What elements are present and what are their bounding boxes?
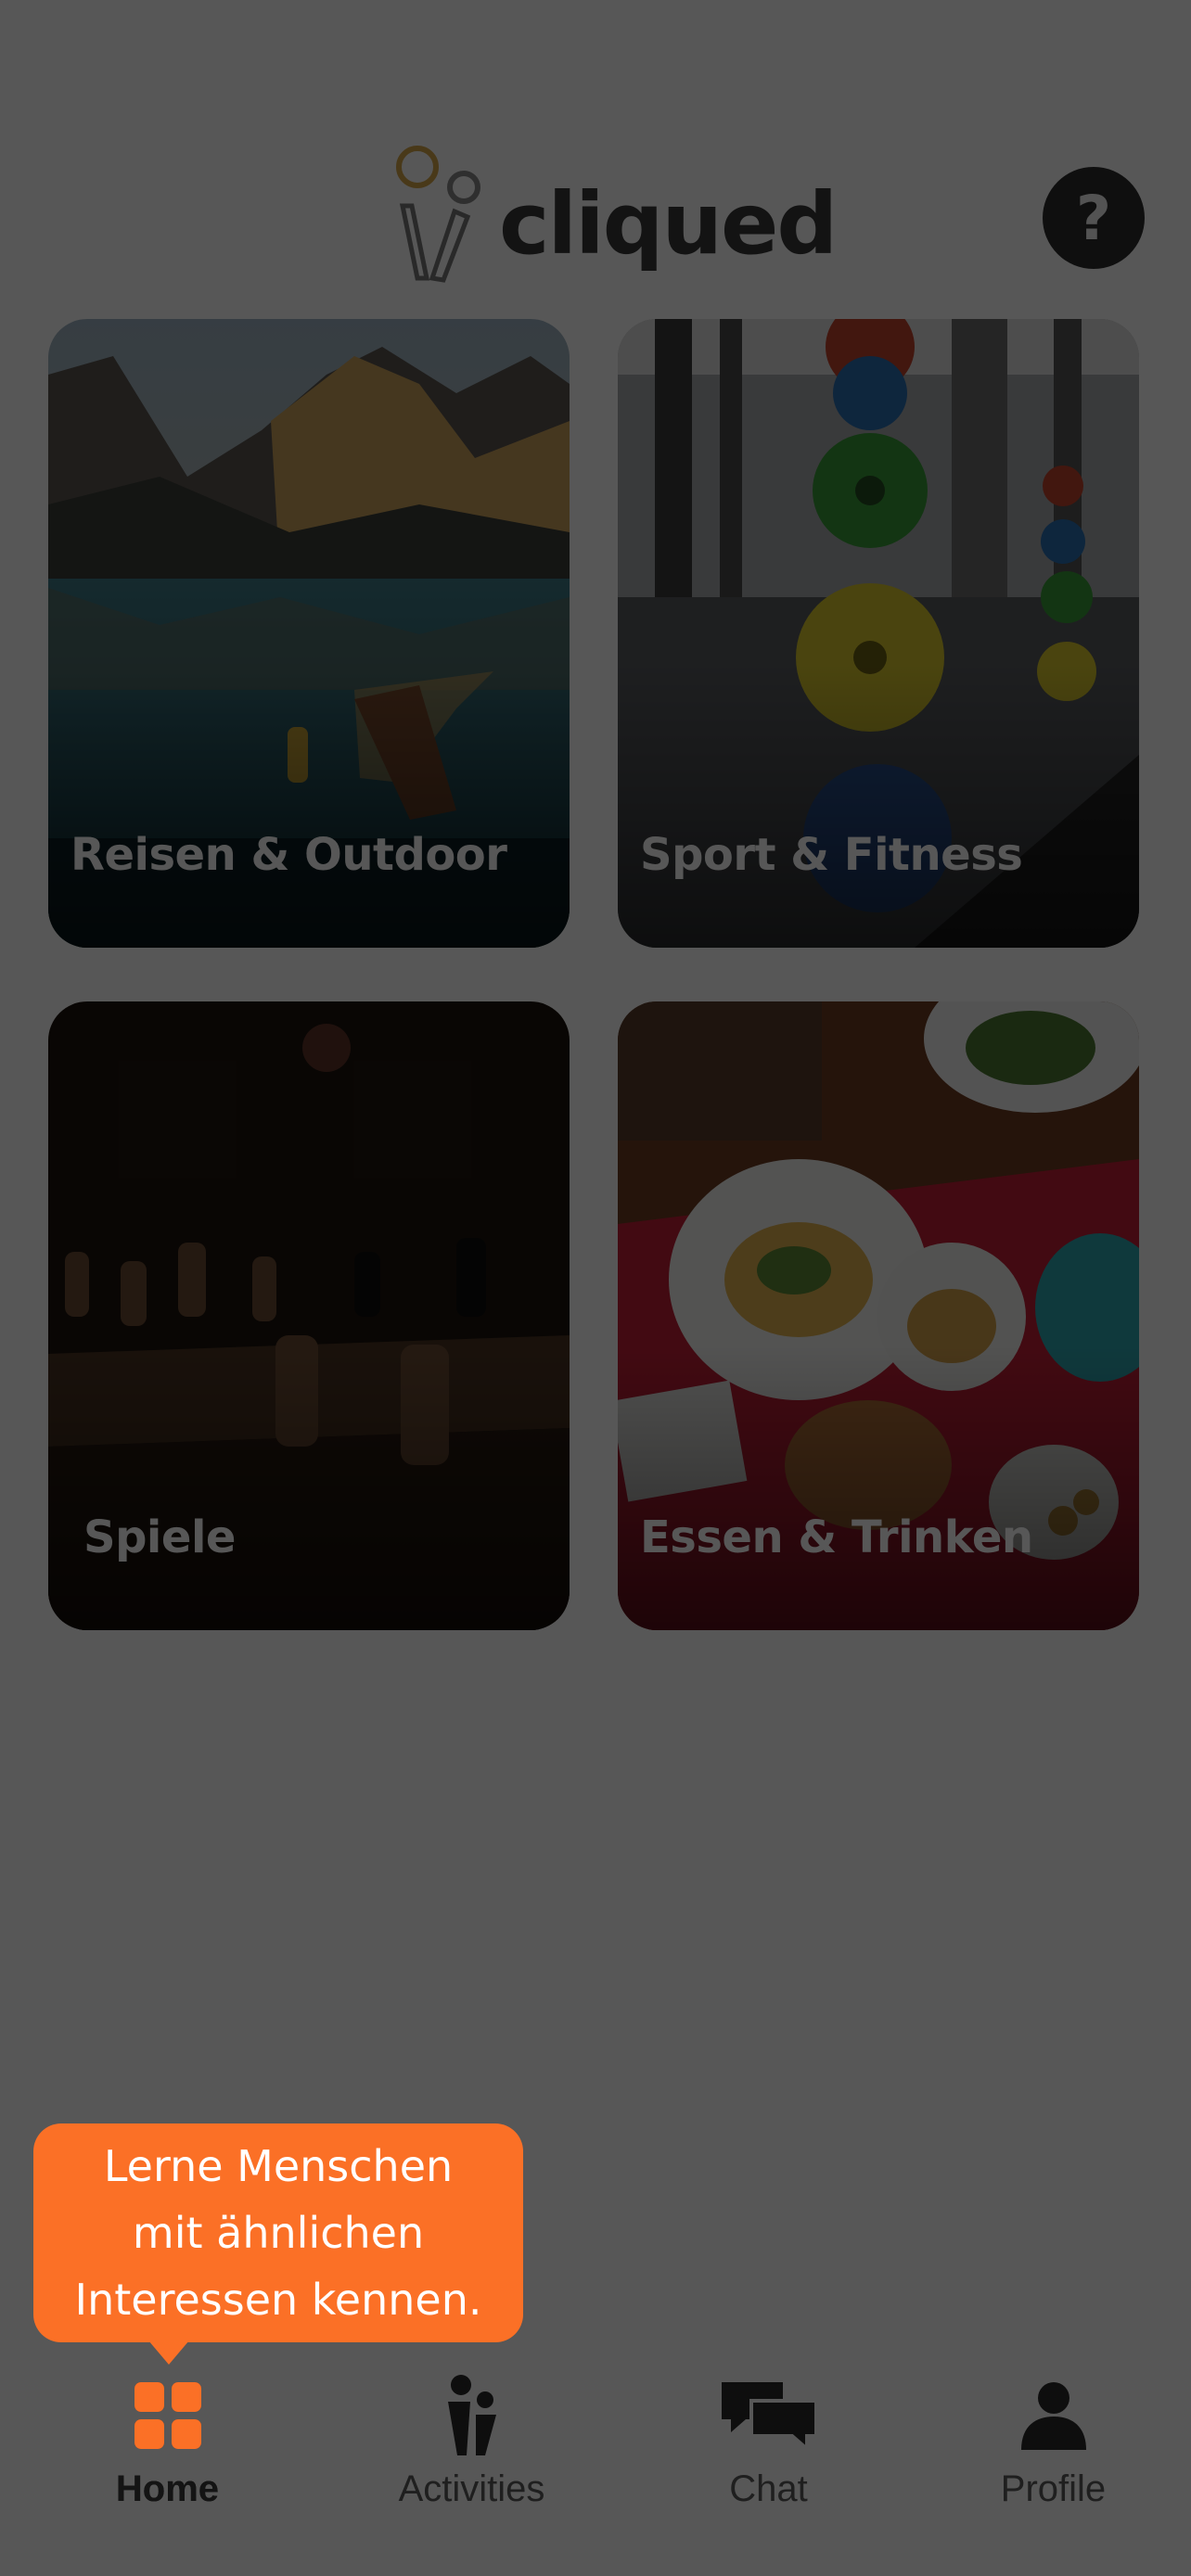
- card-gradient: [48, 664, 570, 948]
- brand-name: cliqued: [499, 174, 838, 274]
- app-logo: cliqued: [390, 139, 838, 287]
- category-card-travel-outdoor[interactable]: Reisen & Outdoor: [48, 319, 570, 948]
- category-card-games[interactable]: Spiele: [48, 1001, 570, 1630]
- tab-activities[interactable]: Activities: [323, 2316, 621, 2576]
- onboarding-tooltip: Lerne Menschen mit ähnlichen Interessen …: [33, 2123, 523, 2342]
- tab-label: Profile: [1000, 2468, 1107, 2509]
- category-card-sport-fitness[interactable]: Sport & Fitness: [618, 319, 1139, 948]
- card-gradient: [618, 1346, 1139, 1630]
- category-label: Essen & Trinken: [640, 1511, 1033, 1563]
- category-card-food-drink[interactable]: Essen & Trinken: [618, 1001, 1139, 1630]
- person-icon: [1003, 2374, 1105, 2457]
- tooltip-text: Lerne Menschen mit ähnlichen Interessen …: [60, 2133, 497, 2333]
- tab-label: Activities: [398, 2468, 545, 2509]
- help-button[interactable]: ?: [1043, 167, 1145, 269]
- question-mark-icon: ?: [1075, 182, 1112, 254]
- tooltip-line: Lerne Menschen: [103, 2141, 454, 2191]
- tab-label: Home: [115, 2468, 220, 2509]
- people-icon: [421, 2374, 523, 2457]
- tooltip-arrow: [148, 2340, 189, 2365]
- grid-icon: [117, 2374, 219, 2457]
- category-label: Reisen & Outdoor: [70, 829, 507, 881]
- card-gradient: [48, 1346, 570, 1630]
- tooltip-line: mit ähnlichen: [132, 2208, 425, 2258]
- app-header: cliqued ?: [0, 0, 1191, 306]
- tooltip-line: Interessen kennen.: [74, 2275, 482, 2325]
- card-gradient: [618, 664, 1139, 948]
- category-label: Spiele: [83, 1511, 236, 1563]
- category-label: Sport & Fitness: [640, 829, 1023, 881]
- cliqued-logo-icon: [396, 146, 480, 283]
- home-screen: cliqued ? Reisen & Outdoor Sport & Fitne…: [0, 0, 1191, 2576]
- chat-bubbles-icon: [718, 2374, 820, 2457]
- tab-label: Chat: [729, 2468, 808, 2509]
- tab-chat[interactable]: Chat: [620, 2316, 917, 2576]
- tab-profile[interactable]: Profile: [904, 2316, 1191, 2576]
